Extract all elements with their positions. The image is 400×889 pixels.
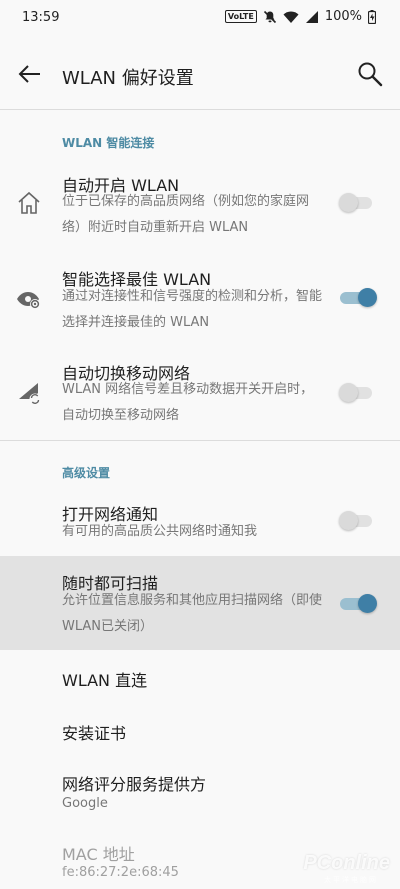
status-icons: VoLTE 100% bbox=[224, 9, 376, 24]
setting-network-rating-provider[interactable]: 网络评分服务提供方 Google bbox=[0, 760, 400, 824]
mac-address-value: fe:86:27:2e:68:45 bbox=[62, 865, 179, 880]
setting-summary: 允许位置信息服务和其他应用扫描网络（即使WLAN已关闭） bbox=[62, 593, 323, 634]
setting-value: Google bbox=[62, 796, 108, 811]
toggle-thumb bbox=[339, 383, 358, 402]
setting-network-notification[interactable]: 打开网络通知 有可用的高品质公共网络时通知我 bbox=[0, 488, 400, 554]
setting-title: 网络评分服务提供方 bbox=[62, 775, 207, 794]
setting-auto-on-wlan[interactable]: 自动开启 WLAN 位于已保存的高品质网络（例如您的家庭网络）附近时自动重新开启… bbox=[0, 158, 400, 248]
page-title: WLAN 偏好设置 bbox=[62, 68, 194, 89]
home-icon bbox=[18, 191, 40, 214]
setting-wlan-direct[interactable]: WLAN 直连 bbox=[0, 652, 400, 702]
app-bar: WLAN 偏好设置 bbox=[0, 36, 400, 110]
divider bbox=[0, 440, 400, 441]
watermark-subtitle: 太平洋电脑网 bbox=[324, 876, 378, 884]
toggle-thumb bbox=[358, 594, 377, 613]
battery-charging-icon bbox=[368, 9, 376, 24]
volte-icon: VoLTE bbox=[224, 10, 257, 23]
smart-select-toggle[interactable] bbox=[340, 285, 377, 309]
battery-percent: 100% bbox=[324, 9, 362, 24]
divider bbox=[0, 109, 400, 110]
watermark-logo: PConline bbox=[303, 852, 390, 874]
setting-title: MAC 地址 bbox=[62, 845, 135, 864]
network-notify-toggle[interactable] bbox=[339, 508, 372, 532]
auto-on-toggle[interactable] bbox=[339, 190, 372, 214]
toggle-thumb bbox=[339, 511, 358, 530]
status-time: 13:59 bbox=[22, 10, 60, 25]
setting-auto-switch-mobile[interactable]: 自动切换移动网络 WLAN 网络信号差且移动数据开关开启时，自动切换至移动网络 bbox=[0, 346, 400, 438]
setting-summary: 位于已保存的高品质网络（例如您的家庭网络）附近时自动重新开启 WLAN bbox=[62, 194, 310, 235]
setting-always-scan[interactable]: 随时都可扫描 允许位置信息服务和其他应用扫描网络（即使WLAN已关闭） bbox=[0, 556, 400, 650]
setting-title: 安装证书 bbox=[62, 724, 127, 743]
section-header-smart-connect: WLAN 智能连接 bbox=[62, 136, 155, 150]
wifi-icon bbox=[283, 11, 299, 23]
signal-icon bbox=[305, 10, 318, 23]
status-bar: 13:59 VoLTE 100% bbox=[0, 0, 400, 36]
section-header-advanced: 高级设置 bbox=[62, 466, 111, 480]
cellular-swap-icon bbox=[19, 383, 41, 405]
always-scan-toggle[interactable] bbox=[340, 591, 377, 615]
auto-switch-toggle[interactable] bbox=[339, 380, 372, 404]
setting-summary: 有可用的高品质公共网络时通知我 bbox=[62, 524, 258, 539]
setting-summary: 通过对连接性和信号强度的检测和分析，智能选择并连接最佳的 WLAN bbox=[62, 289, 323, 330]
setting-smart-select-wlan[interactable]: 智能选择最佳 WLAN 通过对连接性和信号强度的检测和分析，智能选择并连接最佳的… bbox=[0, 252, 400, 344]
toggle-thumb bbox=[339, 193, 358, 212]
search-icon[interactable] bbox=[356, 60, 384, 88]
setting-title: WLAN 直连 bbox=[62, 671, 148, 690]
eye-settings-icon bbox=[17, 292, 40, 309]
toggle-thumb bbox=[358, 288, 377, 307]
setting-summary: WLAN 网络信号差且移动数据开关开启时，自动切换至移动网络 bbox=[62, 382, 314, 423]
mute-icon bbox=[263, 10, 276, 23]
back-arrow-icon[interactable] bbox=[16, 60, 44, 88]
setting-install-certificates[interactable]: 安装证书 bbox=[0, 706, 400, 756]
